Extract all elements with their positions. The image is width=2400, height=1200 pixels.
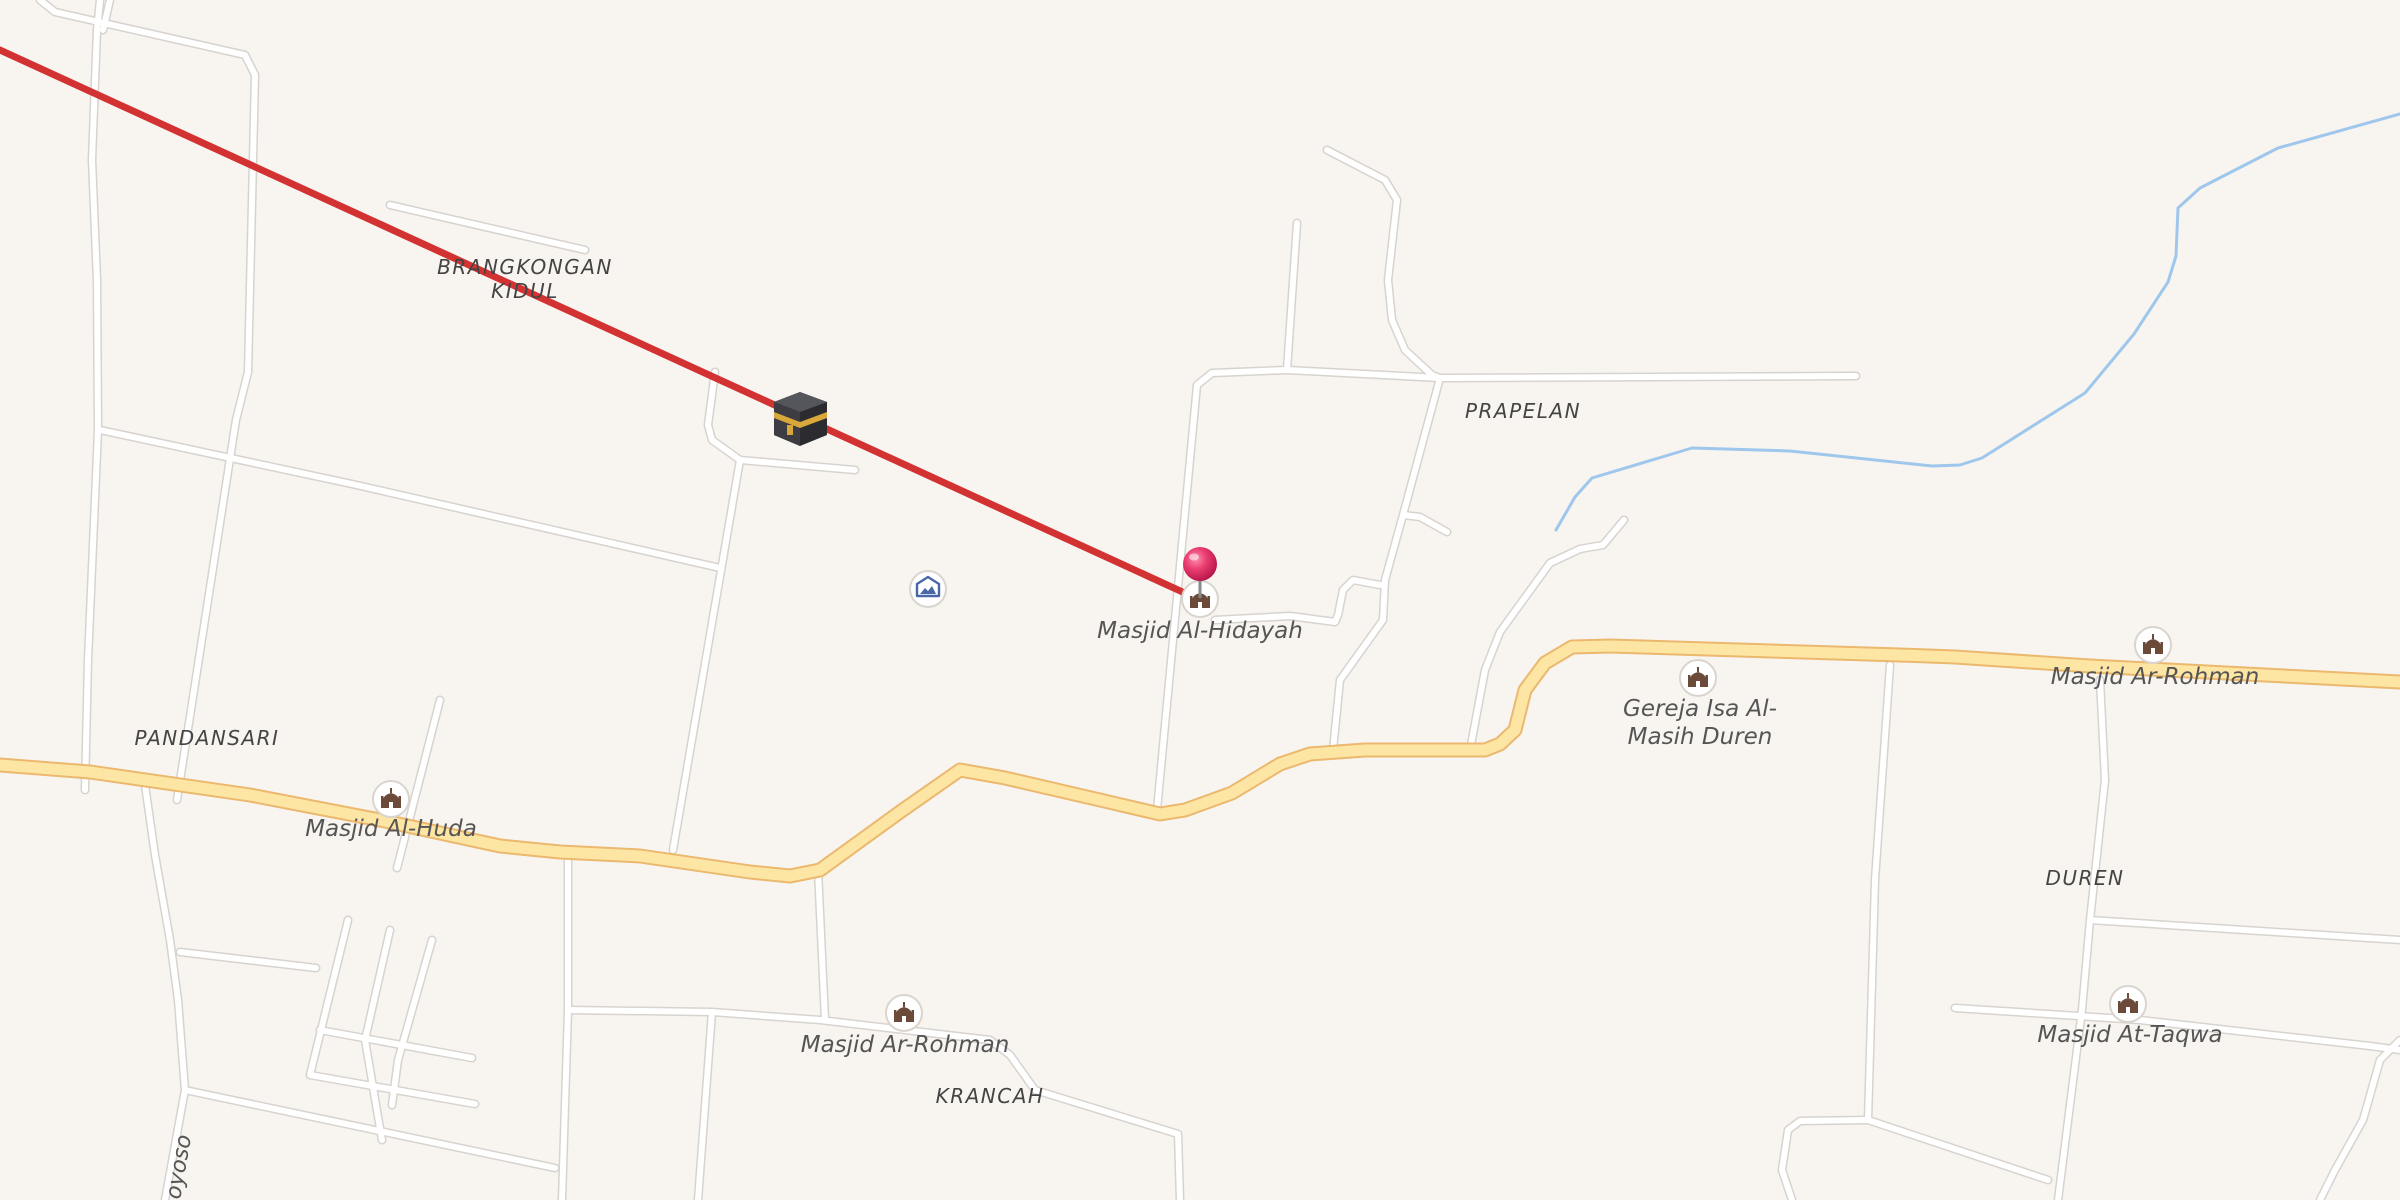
mosque-icon[interactable]	[2109, 985, 2147, 1023]
gallery-icon[interactable]	[909, 570, 947, 608]
church-icon[interactable]	[1679, 659, 1717, 697]
poi-label-masjid-ar-rohman-east: Masjid Ar-Rohman	[2051, 664, 2260, 690]
place-label-kidul: KIDUL	[491, 279, 559, 303]
gallery-poi[interactable]	[909, 570, 947, 608]
kaaba-icon[interactable]	[774, 392, 827, 446]
map-canvas[interactable]: BRANGKONGAN KIDUL PRAPELAN PANDANSARI DU…	[0, 0, 2400, 1200]
place-label-pandansari: PANDANSARI	[135, 726, 280, 750]
place-label-brangkongan: BRANGKONGAN	[437, 255, 613, 279]
place-label-krancah: KRANCAH	[936, 1084, 1045, 1108]
place-label-prapelan: PRAPELAN	[1465, 399, 1581, 423]
poi-label-gereja-line-2: Masih Duren	[1628, 724, 1773, 750]
poi-label-gereja-line-1: Gereja Isa Al-	[1623, 696, 1777, 722]
poi-label-masjid-al-hidayah: Masjid Al-Hidayah	[1097, 618, 1303, 644]
poi-label-masjid-al-huda: Masjid Al-Huda	[305, 816, 477, 842]
mosque-icon[interactable]	[885, 994, 923, 1032]
poi-label-masjid-ar-rohman-south: Masjid Ar-Rohman	[801, 1032, 1010, 1058]
place-label-duren: DUREN	[2045, 866, 2124, 890]
poi-label-masjid-at-taqwa: Masjid At-Taqwa	[2037, 1022, 2222, 1048]
mosque-icon[interactable]	[2134, 626, 2172, 664]
mosque-icon[interactable]	[372, 780, 410, 818]
